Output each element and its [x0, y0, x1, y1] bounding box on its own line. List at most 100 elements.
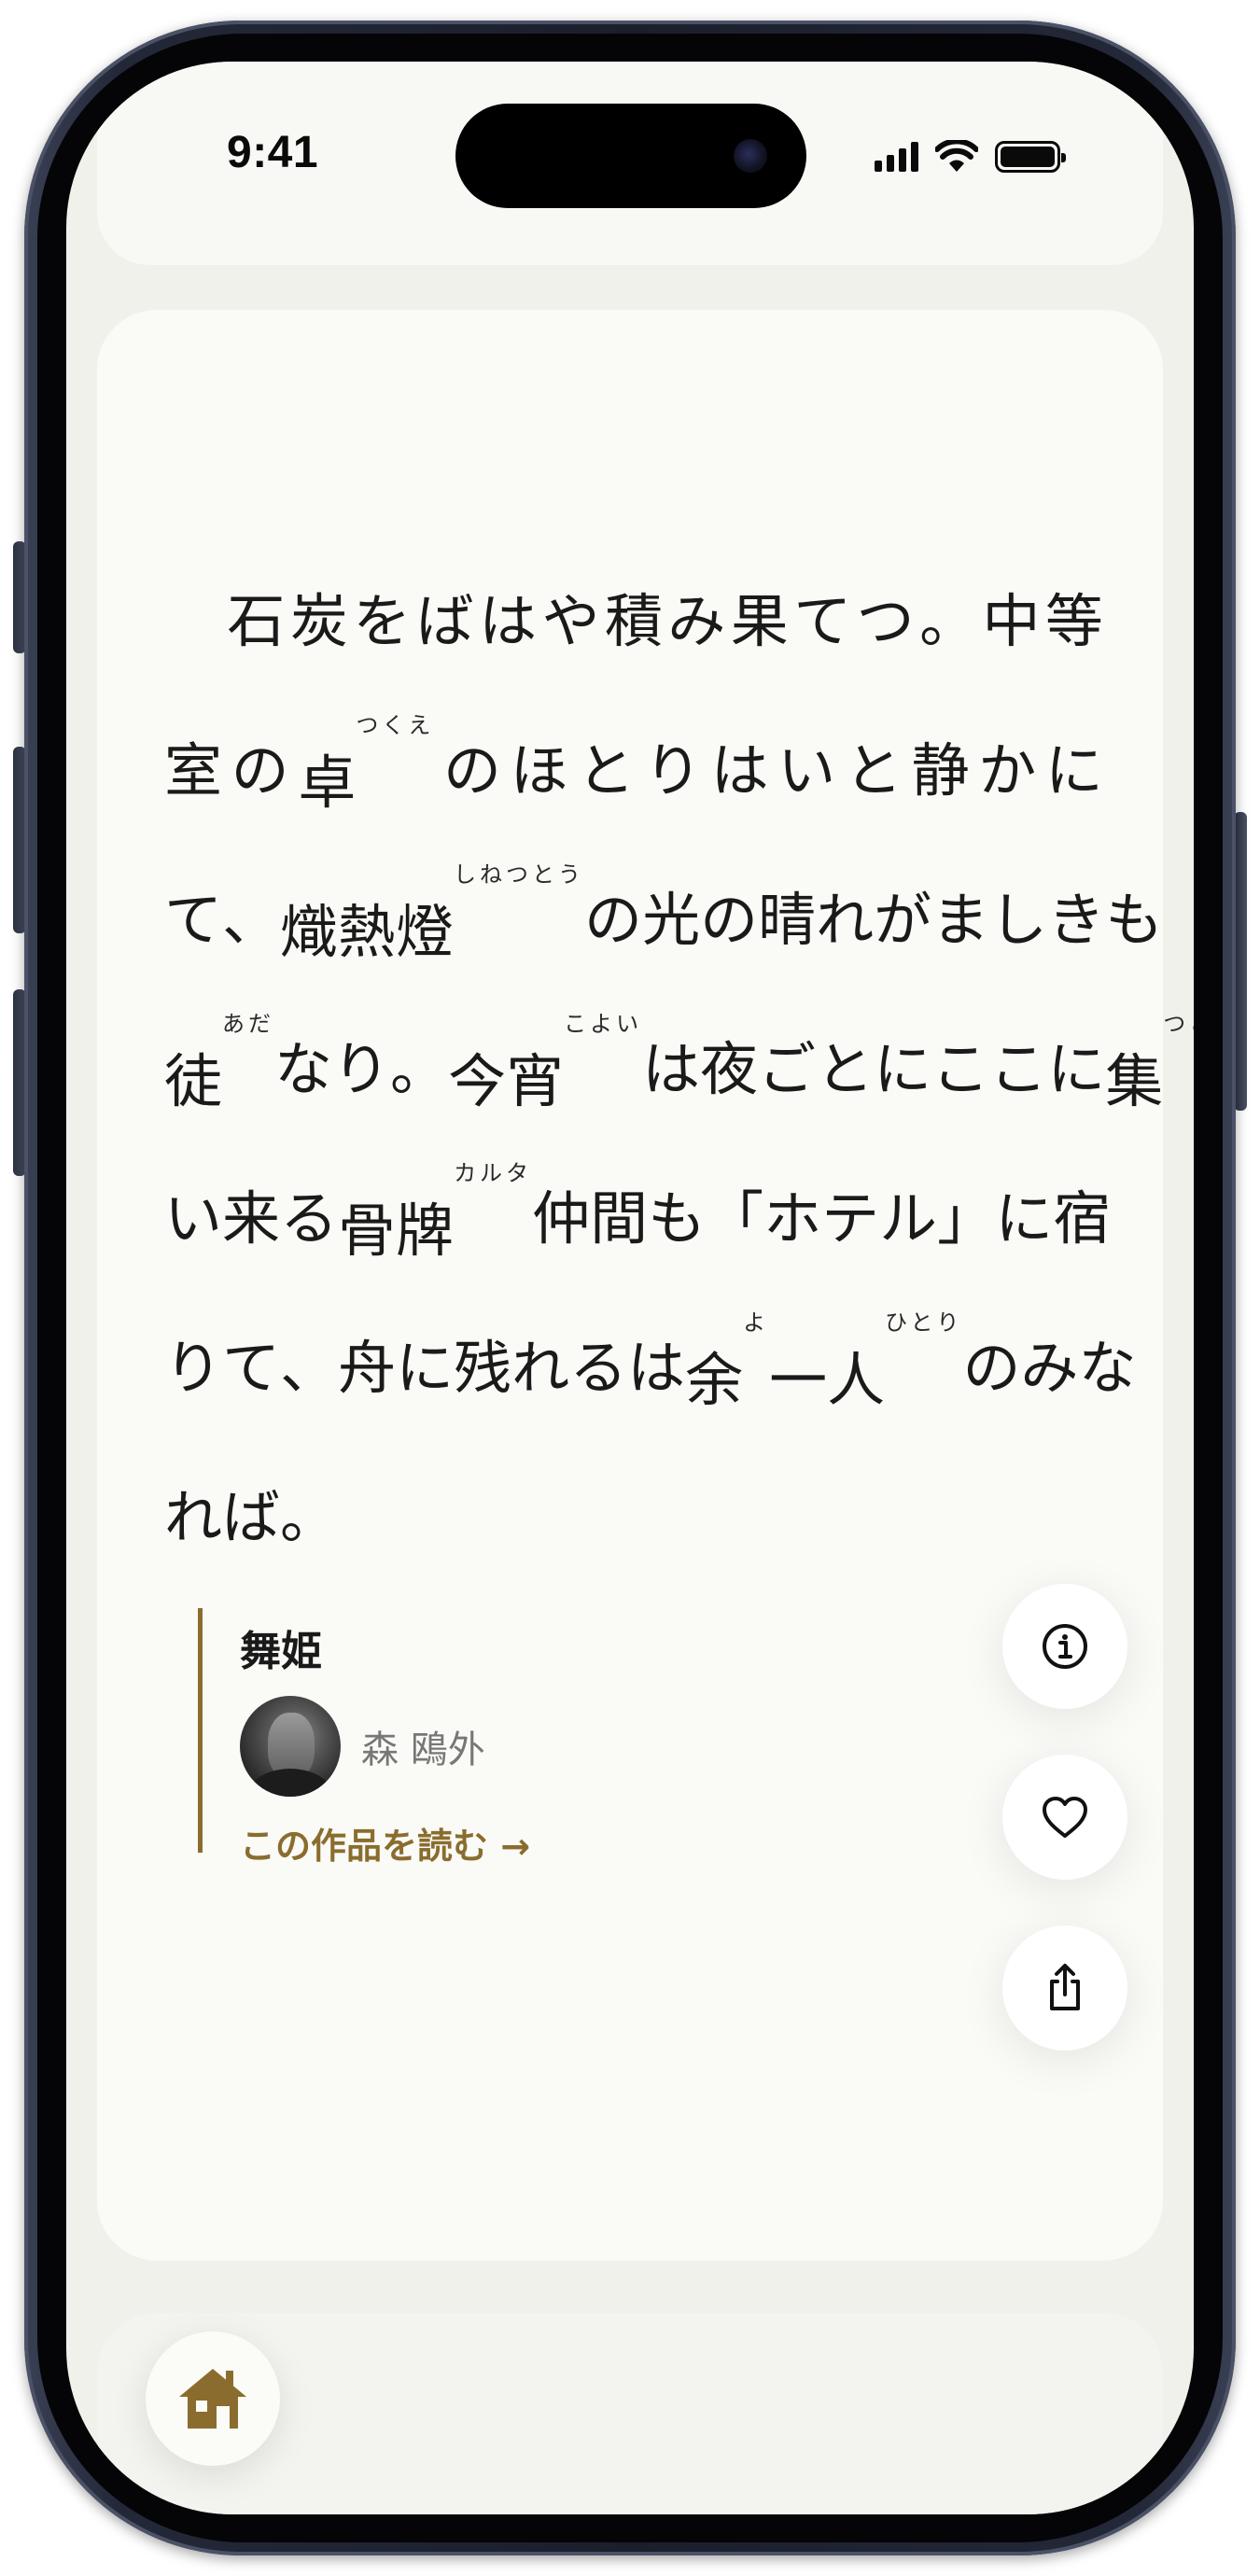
home-button[interactable] [146, 2331, 280, 2466]
passage-char: 光 [642, 886, 701, 954]
passage-char: る [280, 1184, 339, 1253]
ruby-reading: よ [743, 1309, 770, 1336]
passage-char: こ [931, 1035, 990, 1103]
passage-char: れ [164, 1483, 223, 1551]
ruby-reading: しねつとう [454, 861, 585, 888]
dynamic-island [455, 104, 806, 208]
ruby-reading: つど [1163, 1010, 1194, 1037]
ruby-word: 骨牌 カルタ [338, 1160, 532, 1267]
passage-char: が [874, 886, 932, 954]
status-time: 9:41 [227, 128, 319, 177]
passage-char: り [643, 736, 702, 805]
info-button[interactable] [1002, 1584, 1127, 1709]
passage-char: 晴 [758, 886, 817, 954]
passage-char: し [989, 886, 1048, 954]
passage-char: り [332, 1035, 391, 1103]
passage-char: の [442, 736, 501, 805]
passage-char: い [777, 736, 836, 805]
cellular-signal-icon [875, 142, 918, 172]
passage-char: か [978, 736, 1037, 805]
ruby-base: 卓 [298, 748, 357, 817]
read-work-link[interactable]: この作品を読む → [240, 1817, 530, 1869]
ruby-word: 徒 あだ [164, 1011, 274, 1118]
like-button[interactable] [1002, 1755, 1127, 1880]
passage-char: に [874, 1035, 932, 1103]
author-row[interactable]: 森 鴎外 [240, 1696, 530, 1797]
passage-char: て [222, 1334, 281, 1402]
passage-char: に [1047, 1035, 1106, 1103]
passage-char: 、 [280, 1334, 339, 1402]
passage-char [164, 574, 222, 658]
passage-char: の [584, 886, 643, 954]
author-name[interactable]: 森 鴎外 [361, 1719, 485, 1773]
passage-char: に [1044, 736, 1103, 805]
ruby-reading: こよい [564, 1010, 643, 1037]
quote-card: 石炭をばはや積み果てつ。中等室の卓つくえのほとりはいと静かにて、熾熱燈しねつとう… [97, 310, 1194, 2261]
passage-char: 舟 [338, 1334, 397, 1402]
passage-char: 残 [454, 1334, 512, 1402]
passage-char: る [569, 1334, 628, 1402]
passage-char: に [396, 1334, 455, 1402]
info-icon [1043, 1624, 1087, 1669]
passage-line: 室の卓つくえのほとりはいと静かに [164, 691, 1103, 840]
passage-char: な [274, 1035, 333, 1103]
ruby-base: 一人 [769, 1345, 886, 1414]
power-button [1234, 812, 1247, 1111]
ruby-base: 集 [1105, 1046, 1164, 1115]
passage-char: み [1020, 1334, 1079, 1402]
passage-line: 石炭をばはや積み果てつ。中等 [164, 541, 1103, 691]
ruby-word: 集 つど [1105, 1011, 1194, 1118]
passage-char: テ [821, 1184, 880, 1253]
passage-line: て、熾熱燈しねつとうの光の晴れがましきも [164, 840, 1163, 989]
passage-char: は [710, 736, 769, 805]
screen: 9:41 石炭をばはや積み果てつ。中等室の卓つくえのほとりはいと静かにて、熾熱燈… [66, 62, 1194, 2514]
passage-char: ル [879, 1184, 938, 1253]
passage-char: 仲 [532, 1184, 591, 1253]
passage-char: れ [511, 1334, 570, 1402]
author-avatar[interactable] [240, 1696, 341, 1797]
passage-char: 。 [280, 1483, 339, 1551]
passage-char: 積 [604, 587, 663, 655]
passage-char: こ [989, 1035, 1048, 1103]
passage-char: や [541, 587, 600, 655]
passage-char: と [577, 736, 636, 805]
passage-char: い [164, 1184, 223, 1253]
passage-char: 夜 [700, 1035, 759, 1103]
passage-char: 。 [390, 1035, 449, 1103]
passage-line: 徒あだなり。今宵こよいは夜ごとにここに集つど [164, 989, 1194, 1139]
share-button[interactable] [1002, 1925, 1127, 2051]
ruby-word: 一人 ひとり [769, 1309, 962, 1417]
share-icon [1050, 1964, 1080, 2010]
ruby-base: 今宵 [448, 1046, 565, 1115]
passage-char: は [642, 1035, 701, 1103]
passage-char: ホ [763, 1184, 822, 1253]
ruby-reading: カルタ [454, 1159, 533, 1186]
passage-char: 。 [919, 587, 978, 655]
ruby-reading: つくえ [356, 711, 435, 738]
home-icon [179, 2369, 246, 2429]
battery-icon [995, 141, 1066, 173]
passage-char: て [793, 587, 852, 655]
ruby-word: 卓 つくえ [298, 712, 434, 819]
status-icons [875, 136, 1066, 177]
passage-char: 果 [730, 587, 789, 655]
ruby-reading: ひとり [885, 1309, 963, 1336]
passage-char: に [995, 1184, 1054, 1253]
ruby-word: 余よ [685, 1309, 769, 1417]
passage-char: れ [816, 886, 875, 954]
camera-icon [734, 139, 767, 173]
passage-char: と [844, 736, 903, 805]
passage-char: り [164, 1334, 223, 1402]
passage-char: ば [222, 1483, 281, 1551]
ruby-word: 熾熱燈 しねつとう [280, 861, 584, 969]
passage-line: れば。 [164, 1437, 1103, 1587]
passage-line: い来る骨牌 カルタ仲間も「ホテル」に宿 [164, 1139, 1111, 1288]
passage-char: て [164, 886, 223, 954]
passage-char: つ [856, 587, 915, 655]
passage-char: の [700, 886, 759, 954]
wifi-icon [935, 140, 978, 172]
passage-char: ま [931, 886, 990, 954]
passage-char: は [627, 1334, 686, 1402]
passage-char: 中 [982, 587, 1041, 655]
passage-char: 間 [590, 1184, 649, 1253]
